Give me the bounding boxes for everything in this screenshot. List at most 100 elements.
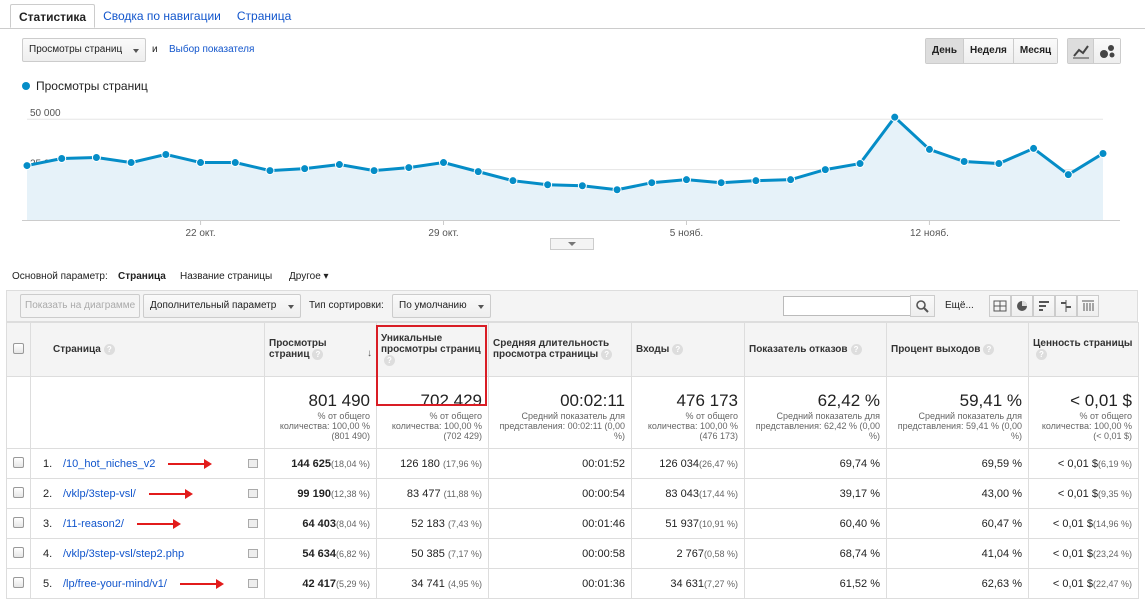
- row-index: 5.: [43, 577, 53, 590]
- pie-icon: [1017, 301, 1027, 311]
- data-point: [1029, 143, 1039, 153]
- select-all-checkbox[interactable]: [13, 342, 24, 354]
- header-select-all[interactable]: [6, 322, 31, 377]
- header-avg-time[interactable]: Средняя длительность просмотра страницы?: [488, 322, 632, 377]
- row-checkbox[interactable]: [13, 456, 24, 468]
- total-exit-sub: Средний показатель для представления: 59…: [897, 410, 1022, 441]
- data-point: [820, 165, 830, 175]
- red-arrow-icon: [137, 518, 182, 529]
- data-point: [1098, 148, 1108, 158]
- row-page-link[interactable]: /10_hot_niches_v2: [59, 458, 155, 470]
- tab-statistics[interactable]: Статистика: [10, 4, 96, 28]
- dimension-page[interactable]: Страница: [118, 271, 166, 282]
- comparison-view-button[interactable]: [1055, 295, 1077, 317]
- chevron-down-icon: [133, 49, 139, 53]
- data-table: Страница? ↓ Просмотры страниц? Уникальные…: [6, 322, 1139, 599]
- open-page-icon[interactable]: [248, 578, 258, 588]
- open-page-icon[interactable]: [248, 548, 258, 558]
- row-page-link[interactable]: /vklp/3step-vsl/: [59, 488, 136, 500]
- row-avg-time-value: 00:01:52: [582, 457, 625, 470]
- choose-metric-link[interactable]: Выбор показателя: [169, 44, 254, 55]
- secondary-dimension-dropdown[interactable]: Дополнительный параметр: [143, 294, 301, 318]
- help-icon[interactable]: ?: [850, 343, 862, 355]
- row-page-link[interactable]: /vklp/3step-vsl/step2.php: [59, 548, 184, 560]
- data-point: [439, 158, 449, 168]
- table-search-input[interactable]: [783, 296, 911, 316]
- row-avg-time-value: 00:01:36: [582, 577, 625, 590]
- dimension-other[interactable]: Другое ▾: [289, 271, 329, 282]
- header-exit-label: Процент выходов: [891, 344, 981, 356]
- pie-view-button[interactable]: [1011, 295, 1033, 317]
- metric-dropdown[interactable]: Просмотры страниц: [22, 38, 146, 62]
- tab-page[interactable]: Страница: [229, 4, 299, 28]
- row-page-value-value: < 0,01 $: [1057, 457, 1098, 470]
- row-page-link[interactable]: /lp/free-your-mind/v1/: [59, 578, 167, 590]
- pivot-view-button[interactable]: [1077, 295, 1099, 317]
- help-icon[interactable]: ?: [983, 343, 995, 355]
- row-page-link[interactable]: /11-reason2/: [59, 518, 124, 530]
- row-entrances-pct: (10,91 %): [698, 518, 738, 529]
- row-checkbox[interactable]: [13, 486, 24, 498]
- total-exit-value: 59,41 %: [959, 390, 1022, 410]
- chart-collapse-button[interactable]: [550, 238, 594, 250]
- table-view-button[interactable]: [989, 295, 1011, 317]
- motion-chart-button[interactable]: [1094, 39, 1120, 63]
- row-exit: 43,00 %: [886, 478, 1029, 509]
- tab-navigation-summary[interactable]: Сводка по навигации: [95, 4, 229, 28]
- row-pageviews-value: 54 634: [302, 547, 336, 560]
- row-exit-value: 43,00 %: [981, 487, 1022, 500]
- row-avg-time: 00:01:36: [488, 568, 632, 599]
- data-point: [369, 166, 379, 176]
- header-pageviews[interactable]: ↓ Просмотры страниц?: [264, 322, 377, 377]
- period-week-button[interactable]: Неделя: [964, 39, 1014, 63]
- total-entrances: 476 173% от общего количества: 100,00 % …: [631, 376, 745, 449]
- header-page[interactable]: Страница?: [30, 322, 265, 377]
- advanced-filter-link[interactable]: Ещё...: [945, 300, 974, 311]
- data-point: [577, 181, 587, 191]
- row-checkbox[interactable]: [13, 546, 24, 558]
- bar-view-button[interactable]: [1033, 295, 1055, 317]
- help-icon[interactable]: ?: [103, 343, 115, 355]
- row-page-value-pct: (6,19 %): [1097, 458, 1132, 469]
- row-unique-pct: (11,88 %): [443, 488, 482, 499]
- row-page-value-value: < 0,01 $: [1052, 547, 1093, 560]
- dimension-page-title[interactable]: Название страницы: [180, 271, 272, 282]
- header-exit[interactable]: Процент выходов?: [886, 322, 1029, 377]
- chevron-down-icon: [568, 242, 576, 246]
- x-tick-label: 5 нояб.: [670, 227, 703, 239]
- search-button[interactable]: [910, 295, 935, 317]
- period-month-button[interactable]: Месяц: [1013, 39, 1058, 63]
- sort-type-dropdown[interactable]: По умолчанию: [392, 294, 491, 318]
- report-tabs: Статистика Сводка по навигации Страница: [10, 4, 299, 28]
- data-point: [22, 161, 32, 171]
- row-index: 2.: [43, 487, 53, 500]
- data-point: [924, 144, 934, 154]
- red-arrow-icon: [168, 458, 213, 469]
- open-page-icon[interactable]: [248, 458, 258, 468]
- line-chart-button[interactable]: [1068, 39, 1094, 63]
- header-entrances[interactable]: Входы?: [631, 322, 745, 377]
- plot-rows-button[interactable]: Показать на диаграмме: [20, 294, 141, 318]
- row-exit: 62,63 %: [886, 568, 1029, 599]
- row-checkbox-cell: [6, 568, 31, 599]
- chart-type-switch: [1067, 38, 1121, 64]
- help-icon[interactable]: ?: [672, 343, 684, 355]
- row-checkbox-cell: [6, 538, 31, 569]
- row-exit: 69,59 %: [886, 448, 1029, 479]
- help-icon[interactable]: ?: [1036, 349, 1047, 361]
- header-bounce[interactable]: Показатель отказов?: [744, 322, 887, 377]
- row-unique-pct: (4,95 %): [447, 578, 482, 589]
- help-icon[interactable]: ?: [312, 349, 324, 361]
- help-icon[interactable]: ?: [601, 349, 613, 361]
- data-point: [647, 178, 657, 188]
- row-page-value-pct: (14,96 %): [1092, 518, 1132, 529]
- open-page-icon[interactable]: [248, 518, 258, 528]
- data-point: [612, 185, 622, 195]
- open-page-icon[interactable]: [248, 488, 258, 498]
- period-day-button[interactable]: День: [926, 39, 964, 63]
- row-checkbox[interactable]: [13, 516, 24, 528]
- row-checkbox[interactable]: [13, 576, 24, 588]
- row-entrances-pct: (26,47 %): [698, 458, 738, 469]
- header-page-value[interactable]: Ценность страницы?: [1028, 322, 1139, 377]
- table-row: 5./lp/free-your-mind/v1/ 42 417(5,29 %) 3…: [6, 568, 1139, 599]
